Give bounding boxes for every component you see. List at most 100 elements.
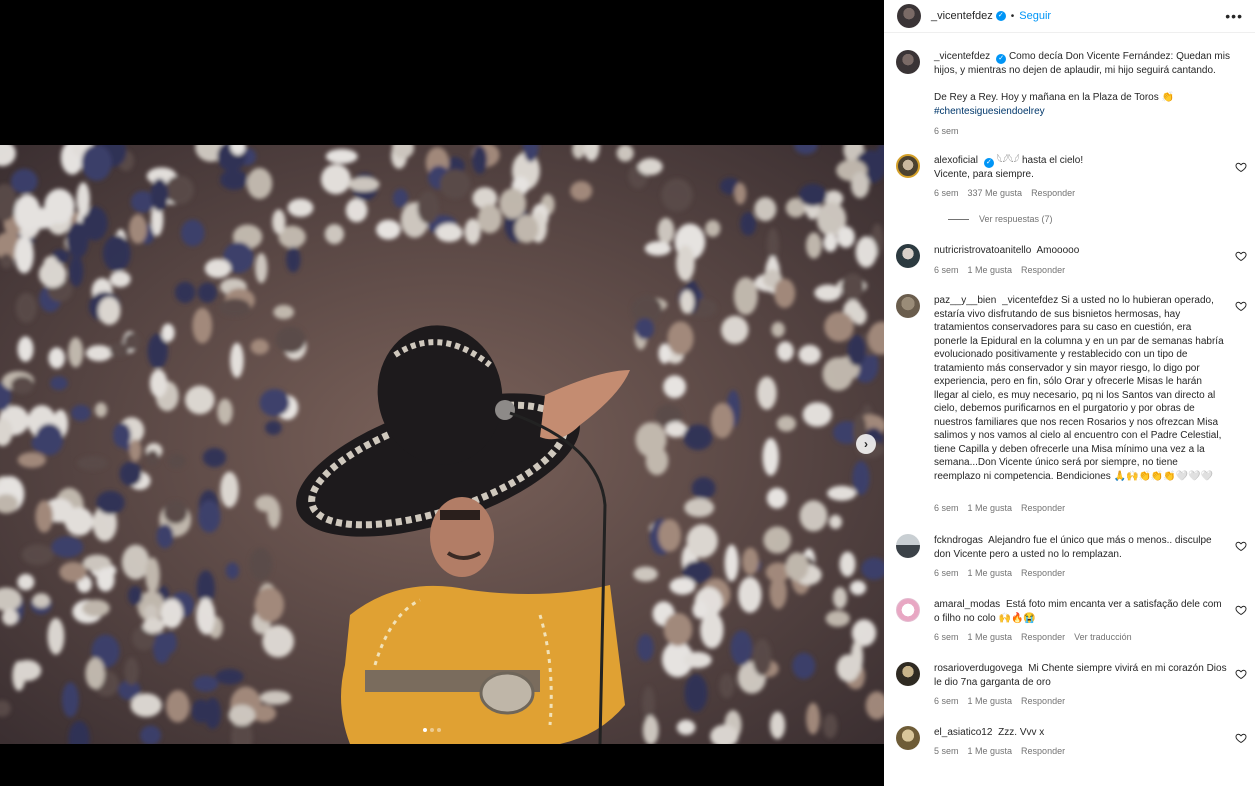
commenter-avatar[interactable] [896,244,920,268]
author-avatar[interactable] [896,50,920,74]
crowd-blob [255,495,278,512]
commenter-avatar[interactable] [896,154,920,178]
heart-outline-icon[interactable] [1235,299,1247,312]
crowd-blob [273,305,295,320]
reply-button[interactable]: Responder [1021,746,1065,756]
crowd-blob [692,600,708,619]
crowd-blob [146,450,159,466]
commenter-handle[interactable]: fckndrogas [934,535,983,546]
reply-button[interactable]: Responder [1031,188,1075,198]
likes-count[interactable]: 1 Me gusta [968,568,1013,578]
heart-outline-icon[interactable] [1235,539,1247,552]
commenter-avatar[interactable] [896,726,920,750]
crowd-blob [766,487,788,509]
caption-meta: 6 sem [934,126,959,136]
crowd-blob [76,182,90,217]
crowd-blob [17,336,34,362]
commenter-handle[interactable]: alexoficial [934,155,978,166]
crowd-blob [711,402,734,439]
crowd-blob [774,278,796,308]
view-replies-label[interactable]: Ver respuestas (7) [979,214,1053,224]
reply-button[interactable]: Responder [1021,265,1065,275]
commenter-avatar[interactable] [896,534,920,558]
heart-outline-icon[interactable] [1235,603,1247,616]
crowd-blob [802,402,832,427]
crowd-blob [799,500,828,532]
likes-count[interactable]: 1 Me gusta [968,696,1013,706]
comment-meta: 5 sem 1 Me gusta Responder [934,746,1065,756]
heart-outline-icon[interactable] [1235,160,1247,173]
comment-time[interactable]: 5 sem [934,746,959,756]
crowd-blob [129,439,142,462]
heart-outline-icon[interactable] [1235,667,1247,680]
crowd-blob [160,598,183,629]
separator-dot: • [1010,10,1015,22]
crowd-blob [246,167,273,200]
commenter-avatar[interactable] [896,662,920,686]
post-caption: _vicentefdez ✓ Como decía Don Vicente Fer… [896,44,1251,142]
comments-pane: _vicentefdez ✓ • Seguir ••• _vicentefdez… [884,0,1255,786]
comment-time[interactable]: 6 sem [934,568,959,578]
commenter-handle[interactable]: nutricristrovatoanitello [934,245,1031,256]
crowd-blob [616,145,634,162]
crowd-blob [94,402,108,418]
commenter-handle[interactable]: el_asiatico12 [934,727,992,738]
crowd-blob [68,337,84,368]
commenter-handle[interactable]: rosarioverdugovega [934,663,1022,674]
heart-outline-icon[interactable] [1235,249,1247,262]
comments-list[interactable]: _vicentefdez ✓ Como decía Don Vicente Fer… [884,44,1255,786]
crowd-blob [724,544,739,582]
comment-time[interactable]: 6 sem [934,188,959,198]
crowd-blob [217,398,233,425]
more-horizontal-icon[interactable]: ••• [1225,8,1243,24]
reply-button[interactable]: Responder [1021,632,1065,642]
crowd-blob [642,686,655,721]
author-avatar[interactable] [897,4,921,28]
crowd-blob [823,233,838,252]
caption-hashtag[interactable]: #chentesiguesiendoelrey [934,105,1254,119]
author-handle[interactable]: _vicentefdez [934,51,990,62]
caption-time[interactable]: 6 sem [934,126,959,136]
reply-button[interactable]: Responder [1021,503,1065,513]
commenter-avatar[interactable] [896,294,920,318]
crowd-blob [197,282,218,303]
reply-button[interactable]: Responder [1021,568,1065,578]
crowd-blob [32,593,51,608]
follow-button[interactable]: Seguir [1019,10,1051,22]
likes-count[interactable]: 1 Me gusta [968,632,1013,642]
view-replies-button[interactable]: Ver respuestas (7) [948,214,1053,224]
commenter-handle[interactable]: amaral_modas [934,599,1000,610]
crowd-blob [841,273,864,300]
carousel-next-button[interactable]: › [856,434,876,454]
carousel-dot [430,728,434,732]
crowd-blob [635,318,655,340]
crowd-blob [161,323,175,342]
commenter-handle[interactable]: paz__y__bien [934,295,996,306]
crowd-blob [21,544,54,566]
comment-time[interactable]: 6 sem [934,265,959,275]
crowd-blob [798,344,821,365]
reply-button[interactable]: Responder [1021,696,1065,706]
heart-outline-icon[interactable] [1235,731,1247,744]
crowd-blob [847,334,867,366]
translate-button[interactable]: Ver traducción [1074,632,1132,642]
verified-badge-icon: ✓ [995,11,1006,21]
chevron-right-icon: › [864,437,868,451]
post-photo[interactable] [0,145,884,744]
crowd-blob [734,182,747,205]
crowd-blob [570,181,593,201]
comment-time[interactable]: 6 sem [934,696,959,706]
crowd-blob [10,168,38,194]
comment-time[interactable]: 6 sem [934,632,959,642]
likes-count[interactable]: 1 Me gusta [968,746,1013,756]
crowd-blob [676,719,696,736]
likes-count[interactable]: 1 Me gusta [968,503,1013,513]
crowd-blob [180,219,205,247]
crowd-blob [823,713,838,739]
likes-count[interactable]: 1 Me gusta [968,265,1013,275]
author-handle[interactable]: _vicentefdez [931,10,993,22]
comment-time[interactable]: 6 sem [934,503,959,513]
likes-count[interactable]: 337 Me gusta [968,188,1023,198]
commenter-avatar[interactable] [896,598,920,622]
crowd-blob [13,660,42,681]
